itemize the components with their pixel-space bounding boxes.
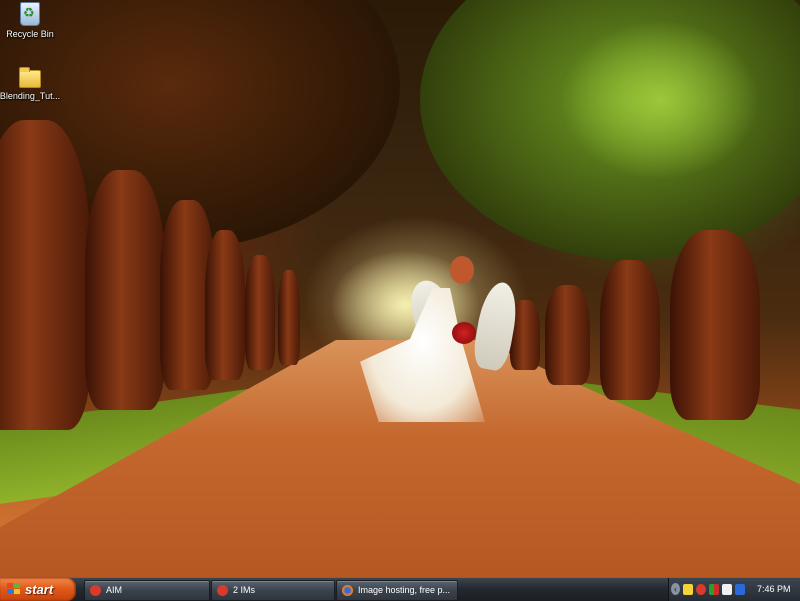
wallpaper-tree-trunk bbox=[670, 230, 760, 420]
wallpaper-tree-trunk bbox=[0, 120, 90, 430]
firefox-icon bbox=[342, 585, 353, 596]
yahoo-icon[interactable] bbox=[683, 584, 693, 595]
taskbar-button-label: Image hosting, free p... bbox=[358, 585, 451, 595]
wallpaper-tree-trunk bbox=[600, 260, 660, 400]
taskbar-button-ims[interactable]: 2 IMs bbox=[211, 580, 335, 601]
clock[interactable]: 7:46 PM bbox=[757, 578, 791, 601]
recycle-bin-icon bbox=[20, 2, 40, 26]
folder-icon bbox=[19, 67, 41, 88]
desktop-icon-label: Recycle Bin bbox=[6, 29, 54, 39]
windows-logo-icon bbox=[7, 583, 21, 596]
wallpaper-tree-trunk bbox=[278, 270, 300, 365]
wallpaper-tree-trunk bbox=[205, 230, 245, 380]
wallpaper-angel-bouquet bbox=[452, 322, 476, 344]
aim-tray-icon[interactable] bbox=[696, 584, 706, 595]
wallpaper-tree-trunk bbox=[545, 285, 590, 385]
taskbar-button-aim[interactable]: AIM bbox=[84, 580, 210, 601]
taskbar-button-label: AIM bbox=[106, 585, 123, 595]
aim-icon bbox=[90, 585, 101, 596]
taskbar-button-label: 2 IMs bbox=[233, 585, 256, 595]
desktop-icon-label: Blending_Tut... bbox=[0, 91, 61, 101]
blending-tutorial-folder-desktop-icon[interactable]: Blending_Tut... bbox=[0, 66, 65, 101]
desktop-wallpaper: Recycle Bin Blending_Tut... bbox=[0, 0, 800, 577]
aim-icon bbox=[217, 585, 228, 596]
chevron-left-icon[interactable]: ‹ bbox=[671, 583, 680, 595]
wallpaper-tree-trunk bbox=[245, 255, 275, 370]
bluetooth-icon[interactable] bbox=[735, 584, 745, 595]
wallpaper-foliage-highlight bbox=[560, 20, 760, 180]
start-label: start bbox=[25, 582, 54, 597]
taskbar-button-firefox[interactable]: Image hosting, free p... bbox=[336, 580, 458, 601]
recycle-bin-desktop-icon[interactable]: Recycle Bin bbox=[0, 2, 65, 39]
network-icon[interactable] bbox=[709, 584, 719, 595]
wallpaper-tree-trunk bbox=[85, 170, 165, 410]
system-tray: ‹ 7:46 PM bbox=[668, 578, 800, 601]
start-button[interactable]: start bbox=[0, 578, 76, 601]
mail-icon[interactable] bbox=[722, 584, 732, 595]
wallpaper-angel-head bbox=[450, 256, 474, 284]
taskbar: start AIM 2 IMs Image hosting, free p...… bbox=[0, 577, 800, 601]
